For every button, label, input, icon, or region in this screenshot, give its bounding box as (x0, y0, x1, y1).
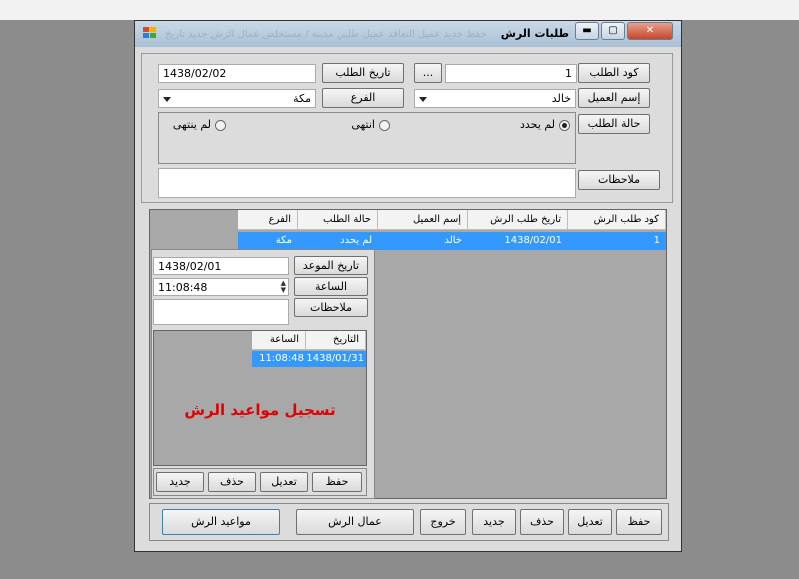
browse-button[interactable]: ... (414, 63, 442, 83)
appointments-grid: التاريخ الساعة 1438/01/31 11:08:48 تسجيل… (153, 330, 367, 466)
spray-appointments-button[interactable]: مواعيد الرش (162, 509, 280, 535)
close-button[interactable]: ✕ (627, 22, 673, 40)
app-icon (143, 27, 157, 39)
grid-header-branch[interactable]: الفرع (238, 210, 298, 230)
chevron-down-icon (163, 97, 171, 102)
minimize-button[interactable]: ▬ (575, 22, 599, 40)
cell-branch: مكة (275, 235, 292, 246)
grid-header-order-code[interactable]: كود طلب الرش (568, 210, 666, 230)
order-code-field[interactable]: 1 (445, 64, 577, 83)
appointment-time-label: الساعة (294, 277, 368, 296)
appointment-time-field[interactable]: 11:08:48 ▲ ▼ (153, 278, 289, 296)
appointment-notes-field[interactable] (153, 299, 289, 325)
cell-order-code: 1 (653, 235, 660, 246)
appt-cell-date: 1438/01/31 (306, 353, 364, 364)
notes-field[interactable] (158, 168, 576, 198)
order-header-group: كود الطلب 1 ... تاريخ الطلب 1438/02/02 إ… (141, 53, 673, 203)
customer-name-combo[interactable]: خالد (414, 89, 576, 108)
order-code-label: كود الطلب (578, 63, 650, 83)
footer-save-button[interactable]: حفظ (616, 509, 662, 535)
appointment-edit-button[interactable]: تعديل (260, 472, 308, 492)
appointments-banner: تسجيل مواعيد الرش (184, 401, 336, 419)
time-spinner-icon[interactable]: ▲ ▼ (281, 280, 286, 294)
footer-actions: حفظ تعديل حذف جديد خروج عمال الرش مواعيد… (149, 503, 669, 541)
status-option-not-finished: لم ينتهى (172, 118, 211, 131)
grid-header-customer[interactable]: إسم العميل (378, 210, 468, 230)
appointment-delete-button[interactable]: حذف (208, 472, 256, 492)
appointment-actions: حفظ تعديل حذف جديد (153, 468, 367, 496)
grid-header-order-date[interactable]: تاريخ طلب الرش (468, 210, 568, 230)
title-bar: حفظ جديد عميل التعاقد عميل طلبي مدينة / … (135, 21, 681, 47)
status-option-finished: انتهى (351, 118, 375, 131)
appointment-new-button[interactable]: جديد (156, 472, 204, 492)
footer-new-button[interactable]: جديد (472, 509, 516, 535)
window-title: طلبات الرش (500, 27, 569, 40)
order-status-group: لم يحدد انتهى لم ينتهى (158, 112, 576, 164)
spray-orders-window: حفظ جديد عميل التعاقد عميل طلبي مدينة / … (134, 20, 682, 552)
grid-corner (150, 210, 238, 230)
order-status-label: حالة الطلب (578, 114, 650, 134)
status-radio-undetermined[interactable] (559, 120, 570, 131)
appointments-panel: 1438/02/01 تاريخ الموعد 11:08:48 ▲ ▼ السا… (151, 249, 375, 499)
window-client-area: كود الطلب 1 ... تاريخ الطلب 1438/02/02 إ… (141, 53, 675, 545)
order-date-field[interactable]: 1438/02/02 (158, 64, 316, 83)
appointment-date-field[interactable]: 1438/02/01 (153, 257, 289, 275)
branch-combo[interactable]: مكة (158, 89, 316, 108)
footer-exit-button[interactable]: خروج (420, 509, 466, 535)
cell-status: لم يحدد (340, 235, 372, 246)
footer-delete-button[interactable]: حذف (520, 509, 564, 535)
cell-customer: خالد (444, 235, 462, 246)
appt-cell-time: 11:08:48 (259, 353, 304, 364)
chevron-down-icon (419, 97, 427, 102)
appointment-save-button[interactable]: حفظ (312, 472, 362, 492)
spray-workers-button[interactable]: عمال الرش (296, 509, 414, 535)
footer-edit-button[interactable]: تعديل (568, 509, 612, 535)
grid-header-status[interactable]: حالة الطلب (298, 210, 378, 230)
appt-header-time[interactable]: الساعة (252, 331, 306, 350)
status-option-undetermined: لم يحدد (519, 118, 555, 131)
appt-header-date[interactable]: التاريخ (306, 331, 366, 350)
customer-name-value: خالد (551, 92, 571, 105)
appointment-date-label: تاريخ الموعد (294, 256, 368, 275)
branch-value: مكة (293, 92, 311, 105)
desktop-top-strip (0, 0, 799, 20)
branch-label: الفرع (322, 88, 404, 108)
notes-label: ملاحظات (578, 170, 660, 190)
maximize-button[interactable]: ▢ (601, 22, 625, 40)
appointment-time-value: 11:08:48 (158, 281, 208, 294)
order-date-label: تاريخ الطلب (322, 63, 404, 83)
customer-name-label: إسم العميل (578, 88, 650, 108)
table-row[interactable]: 1438/01/31 11:08:48 (252, 351, 366, 367)
appointment-notes-label: ملاحظات (294, 298, 368, 317)
table-row[interactable]: 1 1438/02/01 خالد لم يحدد مكة (238, 232, 666, 250)
cell-order-date: 1438/02/01 (504, 235, 562, 246)
status-radio-finished[interactable] (379, 120, 390, 131)
status-radio-not-finished[interactable] (215, 120, 226, 131)
